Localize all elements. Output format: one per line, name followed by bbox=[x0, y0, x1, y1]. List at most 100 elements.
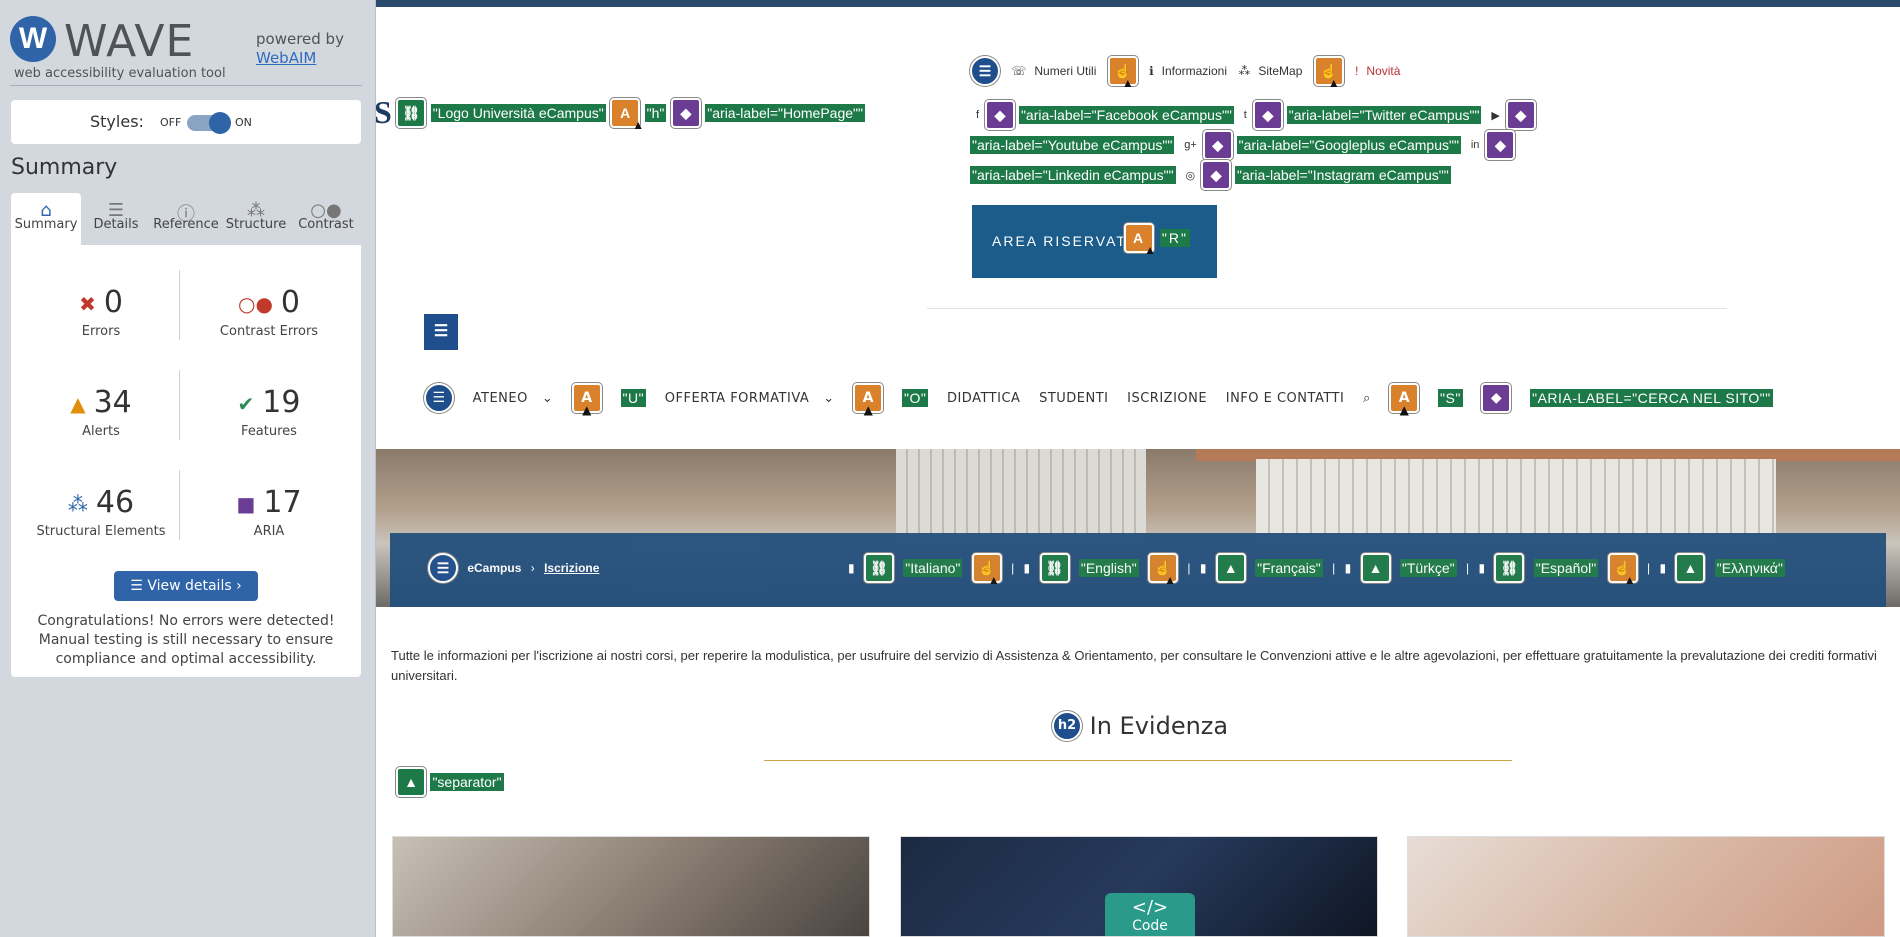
image-icon[interactable]: ▲ bbox=[1360, 553, 1391, 583]
alert-badge-icon[interactable]: ☝ ▲ bbox=[971, 553, 1002, 587]
sitemap-link[interactable]: SiteMap bbox=[1258, 64, 1302, 78]
image-icon[interactable]: ▲ bbox=[396, 767, 426, 797]
wave-sidebar: W WAVE web accessibility evaluation tool… bbox=[0, 0, 376, 937]
features-count: 19 bbox=[262, 385, 301, 420]
features-stat[interactable]: ✔ 19 Features bbox=[189, 385, 349, 465]
errors-stat[interactable]: ✖ 0 Errors bbox=[21, 285, 181, 365]
chevron-right-icon: › bbox=[530, 561, 535, 575]
webaim-link[interactable]: WebAIM bbox=[256, 49, 316, 67]
facebook-icon[interactable]: f bbox=[976, 109, 979, 121]
linkedin-icon[interactable]: in bbox=[1471, 139, 1480, 151]
structural-stat[interactable]: ⁂ 46 Structural Elements bbox=[21, 485, 181, 565]
instagram-icon[interactable]: ◎ bbox=[1186, 169, 1196, 182]
css-icon[interactable]: ☰ bbox=[424, 314, 458, 350]
tab-contrast[interactable]: ○● Contrast bbox=[291, 193, 361, 245]
structure-elements-icon: ⁂ bbox=[67, 491, 88, 516]
alert-badge-icon[interactable]: A ▲ bbox=[610, 97, 644, 132]
hero-banner: ☰ eCampus › Iscrizione ▮ ⛓ "Italiano" ☝ ▲… bbox=[376, 449, 1900, 607]
h2-badge-icon[interactable]: h2 bbox=[1052, 711, 1082, 741]
nav-iscrizione[interactable]: ISCRIZIONE bbox=[1127, 391, 1207, 406]
nav-didattica[interactable]: DIDATTICA bbox=[947, 391, 1020, 406]
googleplus-icon[interactable]: g+ bbox=[1184, 139, 1197, 151]
flag-turkey-icon: ▮ bbox=[1344, 561, 1352, 575]
tab-structure[interactable]: ⁂ Structure bbox=[221, 193, 291, 245]
lang-label: "Français" bbox=[1255, 559, 1323, 577]
alert-badge-icon[interactable]: A ▲ bbox=[571, 383, 602, 417]
area-riservata-button[interactable]: AREA RISERVATA A ▲ "R" bbox=[972, 205, 1217, 278]
card-image[interactable] bbox=[1407, 836, 1885, 937]
logo-fragment[interactable]: S bbox=[376, 94, 392, 130]
tab-reference[interactable]: ⓘ Reference bbox=[151, 193, 221, 245]
aria-tag-icon: ◆ bbox=[1485, 130, 1516, 160]
aria-tag-icon: ◆ bbox=[1252, 100, 1283, 130]
alert-badge-icon[interactable]: ☝ ▲ bbox=[1607, 553, 1638, 587]
logo-row: S ⛓ "Logo Università eCampus" A ▲ "h" ◆ "… bbox=[376, 94, 865, 132]
styles-label: Styles: bbox=[90, 112, 144, 131]
congrats-message: Congratulations! No errors were detected… bbox=[37, 613, 335, 667]
tab-summary[interactable]: ⌂ Summary bbox=[11, 193, 81, 245]
card-image[interactable] bbox=[392, 836, 870, 937]
separator-pipe: | bbox=[1332, 561, 1336, 575]
wave-logo-icon[interactable]: W bbox=[10, 16, 56, 62]
code-label: Code bbox=[1132, 918, 1168, 934]
h-label: "h" bbox=[644, 103, 667, 122]
nav-ateneo[interactable]: ATENEO bbox=[473, 391, 528, 406]
alert-badge-icon[interactable]: ☝ ▲ bbox=[1313, 56, 1344, 90]
alert-badge-icon[interactable]: ☝ ▲ bbox=[1107, 56, 1138, 90]
info-icon: ⓘ bbox=[177, 204, 195, 225]
link-image-icon[interactable]: ⛓ bbox=[1039, 553, 1070, 583]
alerts-stat[interactable]: ▲ 34 Alerts bbox=[21, 385, 181, 465]
numeri-utili-link[interactable]: Numeri Utili bbox=[1034, 64, 1096, 78]
aria-tag-icon[interactable]: ◆ bbox=[1481, 383, 1512, 413]
image-icon[interactable]: ▲ bbox=[1215, 553, 1246, 583]
twitter-icon[interactable]: t bbox=[1244, 109, 1247, 121]
nav-info-contatti[interactable]: INFO E CONTATTI bbox=[1226, 391, 1345, 406]
aria-stat[interactable]: ■ 17 ARIA bbox=[189, 485, 349, 565]
top-rule bbox=[376, 0, 1900, 7]
contrast-error-icon: ○● bbox=[238, 291, 273, 316]
link-image-icon[interactable]: ⛓ bbox=[863, 553, 894, 583]
tab-details-label: Details bbox=[93, 217, 139, 232]
list-structure-icon[interactable]: ☰ bbox=[424, 383, 454, 413]
contrast-errors-count: 0 bbox=[280, 285, 300, 320]
list-structure-icon[interactable]: ☰ bbox=[970, 56, 1000, 86]
breadcrumb-current[interactable]: Iscrizione bbox=[544, 561, 599, 575]
nav-studenti[interactable]: STUDENTI bbox=[1039, 391, 1108, 406]
alert-badge-icon[interactable]: A ▲ bbox=[853, 383, 884, 417]
alert-badge-icon[interactable]: A ▲ bbox=[1124, 223, 1156, 257]
aria-tag-icon: ◆ bbox=[1505, 100, 1536, 130]
alert-badge-icon[interactable]: A ▲ bbox=[1389, 383, 1420, 417]
informazioni-link[interactable]: Informazioni bbox=[1162, 64, 1227, 78]
search-aria-label: "ARIA-LABEL="CERCA NEL SITO"" bbox=[1530, 389, 1773, 407]
list-structure-icon[interactable]: ☰ bbox=[428, 553, 458, 583]
view-details-button[interactable]: ☰ View details › bbox=[114, 571, 258, 601]
breadcrumb: ☰ eCampus › Iscrizione bbox=[428, 553, 605, 583]
link-image-icon[interactable]: ⛓ bbox=[396, 97, 427, 128]
chevron-down-icon: ⌄ bbox=[541, 390, 554, 406]
contrast-errors-stat[interactable]: ○● 0 Contrast Errors bbox=[189, 285, 349, 365]
alert-badge-icon[interactable]: ☝ ▲ bbox=[1148, 553, 1179, 587]
styles-on-label: ON bbox=[235, 116, 252, 129]
site-content: S ⛓ "Logo Università eCampus" A ▲ "h" ◆ "… bbox=[376, 0, 1900, 937]
hero-windows bbox=[896, 449, 1146, 539]
card-image[interactable]: </> Code bbox=[900, 836, 1378, 937]
tab-details[interactable]: ☰ Details bbox=[81, 193, 151, 245]
flag-spain-icon: ▮ bbox=[1478, 561, 1486, 575]
nav-offerta-formativa[interactable]: OFFERTA FORMATIVA bbox=[665, 391, 810, 406]
aria-tag-icon[interactable]: ◆ bbox=[670, 97, 701, 128]
breadcrumb-home[interactable]: eCampus bbox=[467, 561, 521, 575]
novita-link[interactable]: Novità bbox=[1366, 64, 1400, 78]
search-icon[interactable]: ⌕ bbox=[1363, 391, 1371, 406]
lang-label: "Español" bbox=[1533, 559, 1599, 577]
toggle-knob[interactable] bbox=[209, 112, 231, 134]
code-icon: </> bbox=[1131, 897, 1169, 918]
feature-icon: ✔ bbox=[237, 391, 255, 416]
social-aria-label: "aria-label="Facebook eCampus"" bbox=[1018, 106, 1234, 124]
image-icon[interactable]: ▲ bbox=[1675, 553, 1706, 583]
link-image-icon[interactable]: ⛓ bbox=[1494, 553, 1525, 583]
youtube-icon[interactable]: ▶ bbox=[1491, 109, 1499, 122]
breadcrumb-bar: ☰ eCampus › Iscrizione ▮ ⛓ "Italiano" ☝ ▲… bbox=[390, 533, 1886, 607]
gold-rule bbox=[764, 760, 1512, 761]
code-badge[interactable]: </> Code bbox=[1105, 893, 1195, 936]
styles-toggle[interactable] bbox=[187, 112, 231, 134]
